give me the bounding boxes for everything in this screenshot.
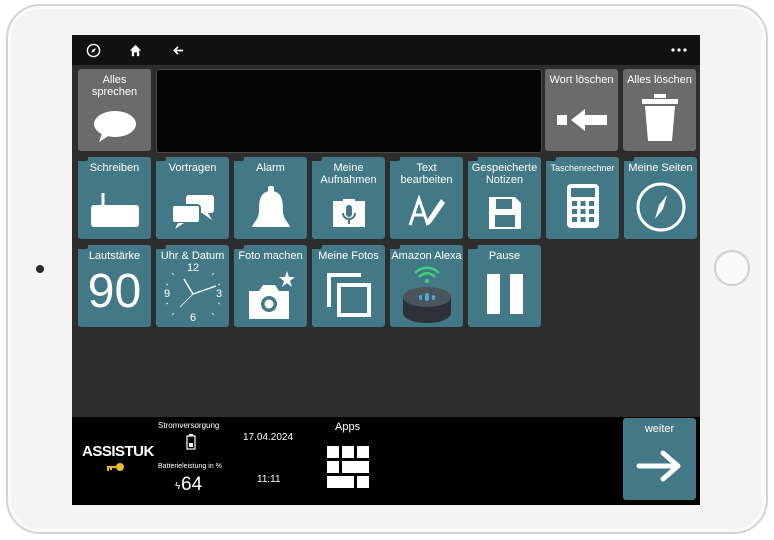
- photo-stack-icon: [312, 273, 385, 317]
- tile-meine-seiten[interactable]: Meine Seiten: [624, 157, 697, 239]
- camera-icon: [234, 269, 307, 321]
- home-icon[interactable]: [126, 41, 144, 59]
- tile-label: Lautstärke: [88, 250, 141, 262]
- tile-lautstaerke[interactable]: Lautstärke 90: [78, 245, 151, 327]
- more-menu-icon[interactable]: [670, 41, 688, 59]
- tile-gespeicherte-notizen[interactable]: Gespeicherte Notizen: [468, 157, 541, 239]
- tile-vortragen[interactable]: Vortragen: [156, 157, 229, 239]
- clock-num-6: 6: [190, 312, 197, 324]
- tile-label: Gespeicherte Notizen: [471, 162, 538, 186]
- tile-label: Meine Aufnahmen: [320, 162, 377, 186]
- tile-meine-fotos[interactable]: Meine Fotos: [312, 245, 385, 327]
- delete-word-label: Wort löschen: [549, 74, 614, 86]
- alexa-speaker-icon: [390, 263, 463, 325]
- calculator-icon: [546, 183, 619, 229]
- clock-num-3: 3: [216, 288, 223, 300]
- assistuk-logo: ASSISTUK: [82, 443, 154, 460]
- apps-grid-icon[interactable]: [326, 445, 370, 494]
- tile-label: Schreiben: [89, 162, 140, 174]
- bottom-status-bar: ASSISTUK Stromversorgung Batterieleistun…: [72, 417, 700, 505]
- delete-word-button[interactable]: Wort löschen: [545, 69, 618, 151]
- tile-label: Text bearbeiten: [400, 162, 453, 186]
- tile-label: Meine Fotos: [318, 250, 379, 262]
- tile-alarm[interactable]: Alarm: [234, 157, 307, 239]
- date-display: 17.04.2024: [243, 432, 294, 443]
- tile-label: Pause: [488, 250, 521, 262]
- speech-bubble-icon: [78, 109, 151, 143]
- edit-text-icon: [390, 193, 463, 231]
- top-bar: [72, 35, 700, 65]
- compass-icon: [624, 181, 697, 233]
- tile-label: Taschenrechner: [550, 163, 615, 173]
- speak-all-button[interactable]: Alles sprechen: [78, 69, 151, 151]
- volume-value: 90: [87, 265, 142, 318]
- power-supply-label: Stromversorgung: [158, 421, 220, 430]
- time-display: 11:11: [257, 474, 281, 485]
- message-text-area[interactable]: [156, 69, 542, 153]
- next-label: weiter: [644, 423, 675, 435]
- tile-label: Amazon Alexa: [391, 250, 462, 262]
- app-screen: Alles sprechen Wort löschen Alles lösche…: [72, 35, 700, 505]
- tile-label: Meine Seiten: [628, 162, 693, 174]
- microphone-icon: [312, 197, 385, 229]
- arrow-right-icon: [623, 448, 696, 484]
- tile-uhr-datum[interactable]: Uhr & Datum 12 3 6 9: [156, 245, 229, 327]
- keyboard-icon: [78, 191, 151, 229]
- home-hardware-button[interactable]: [714, 250, 750, 286]
- pause-icon: [468, 273, 541, 315]
- tile-foto-machen[interactable]: Foto machen: [234, 245, 307, 327]
- bell-icon: [234, 185, 307, 233]
- tile-label: Vortragen: [168, 162, 217, 174]
- backspace-arrow-icon: [545, 107, 618, 133]
- tile-label: Foto machen: [238, 250, 303, 262]
- apps-label[interactable]: Apps: [335, 421, 360, 433]
- clock-num-12: 12: [187, 262, 200, 274]
- back-arrow-icon[interactable]: [169, 41, 187, 59]
- front-camera: [36, 265, 44, 273]
- compass-nav-icon[interactable]: [84, 41, 102, 59]
- trash-can-icon: [623, 93, 696, 143]
- battery-label: Batterieleistung in %: [158, 463, 222, 470]
- logo-key-icon: [106, 461, 126, 479]
- delete-all-button[interactable]: Alles löschen: [623, 69, 696, 151]
- clock-num-9: 9: [164, 288, 171, 300]
- battery-icon: [186, 434, 196, 455]
- tile-schreiben[interactable]: Schreiben: [78, 157, 151, 239]
- floppy-disk-icon: [468, 195, 541, 231]
- delete-all-label: Alles löschen: [627, 74, 692, 86]
- tile-taschenrechner[interactable]: Taschenrechner: [546, 157, 619, 239]
- tile-amazon-alexa[interactable]: Amazon Alexa: [390, 245, 463, 327]
- tile-pause[interactable]: Pause: [468, 245, 541, 327]
- battery-percent: 64: [181, 474, 203, 495]
- next-button[interactable]: weiter: [623, 418, 696, 500]
- chat-bubbles-icon: [156, 193, 229, 229]
- tile-text-bearbeiten[interactable]: Text bearbeiten: [390, 157, 463, 239]
- charging-icon: ϟ: [175, 481, 181, 492]
- speak-all-label: Alles sprechen: [91, 74, 138, 98]
- tile-meine-aufnahmen[interactable]: Meine Aufnahmen: [312, 157, 385, 239]
- tile-label: Alarm: [256, 162, 285, 174]
